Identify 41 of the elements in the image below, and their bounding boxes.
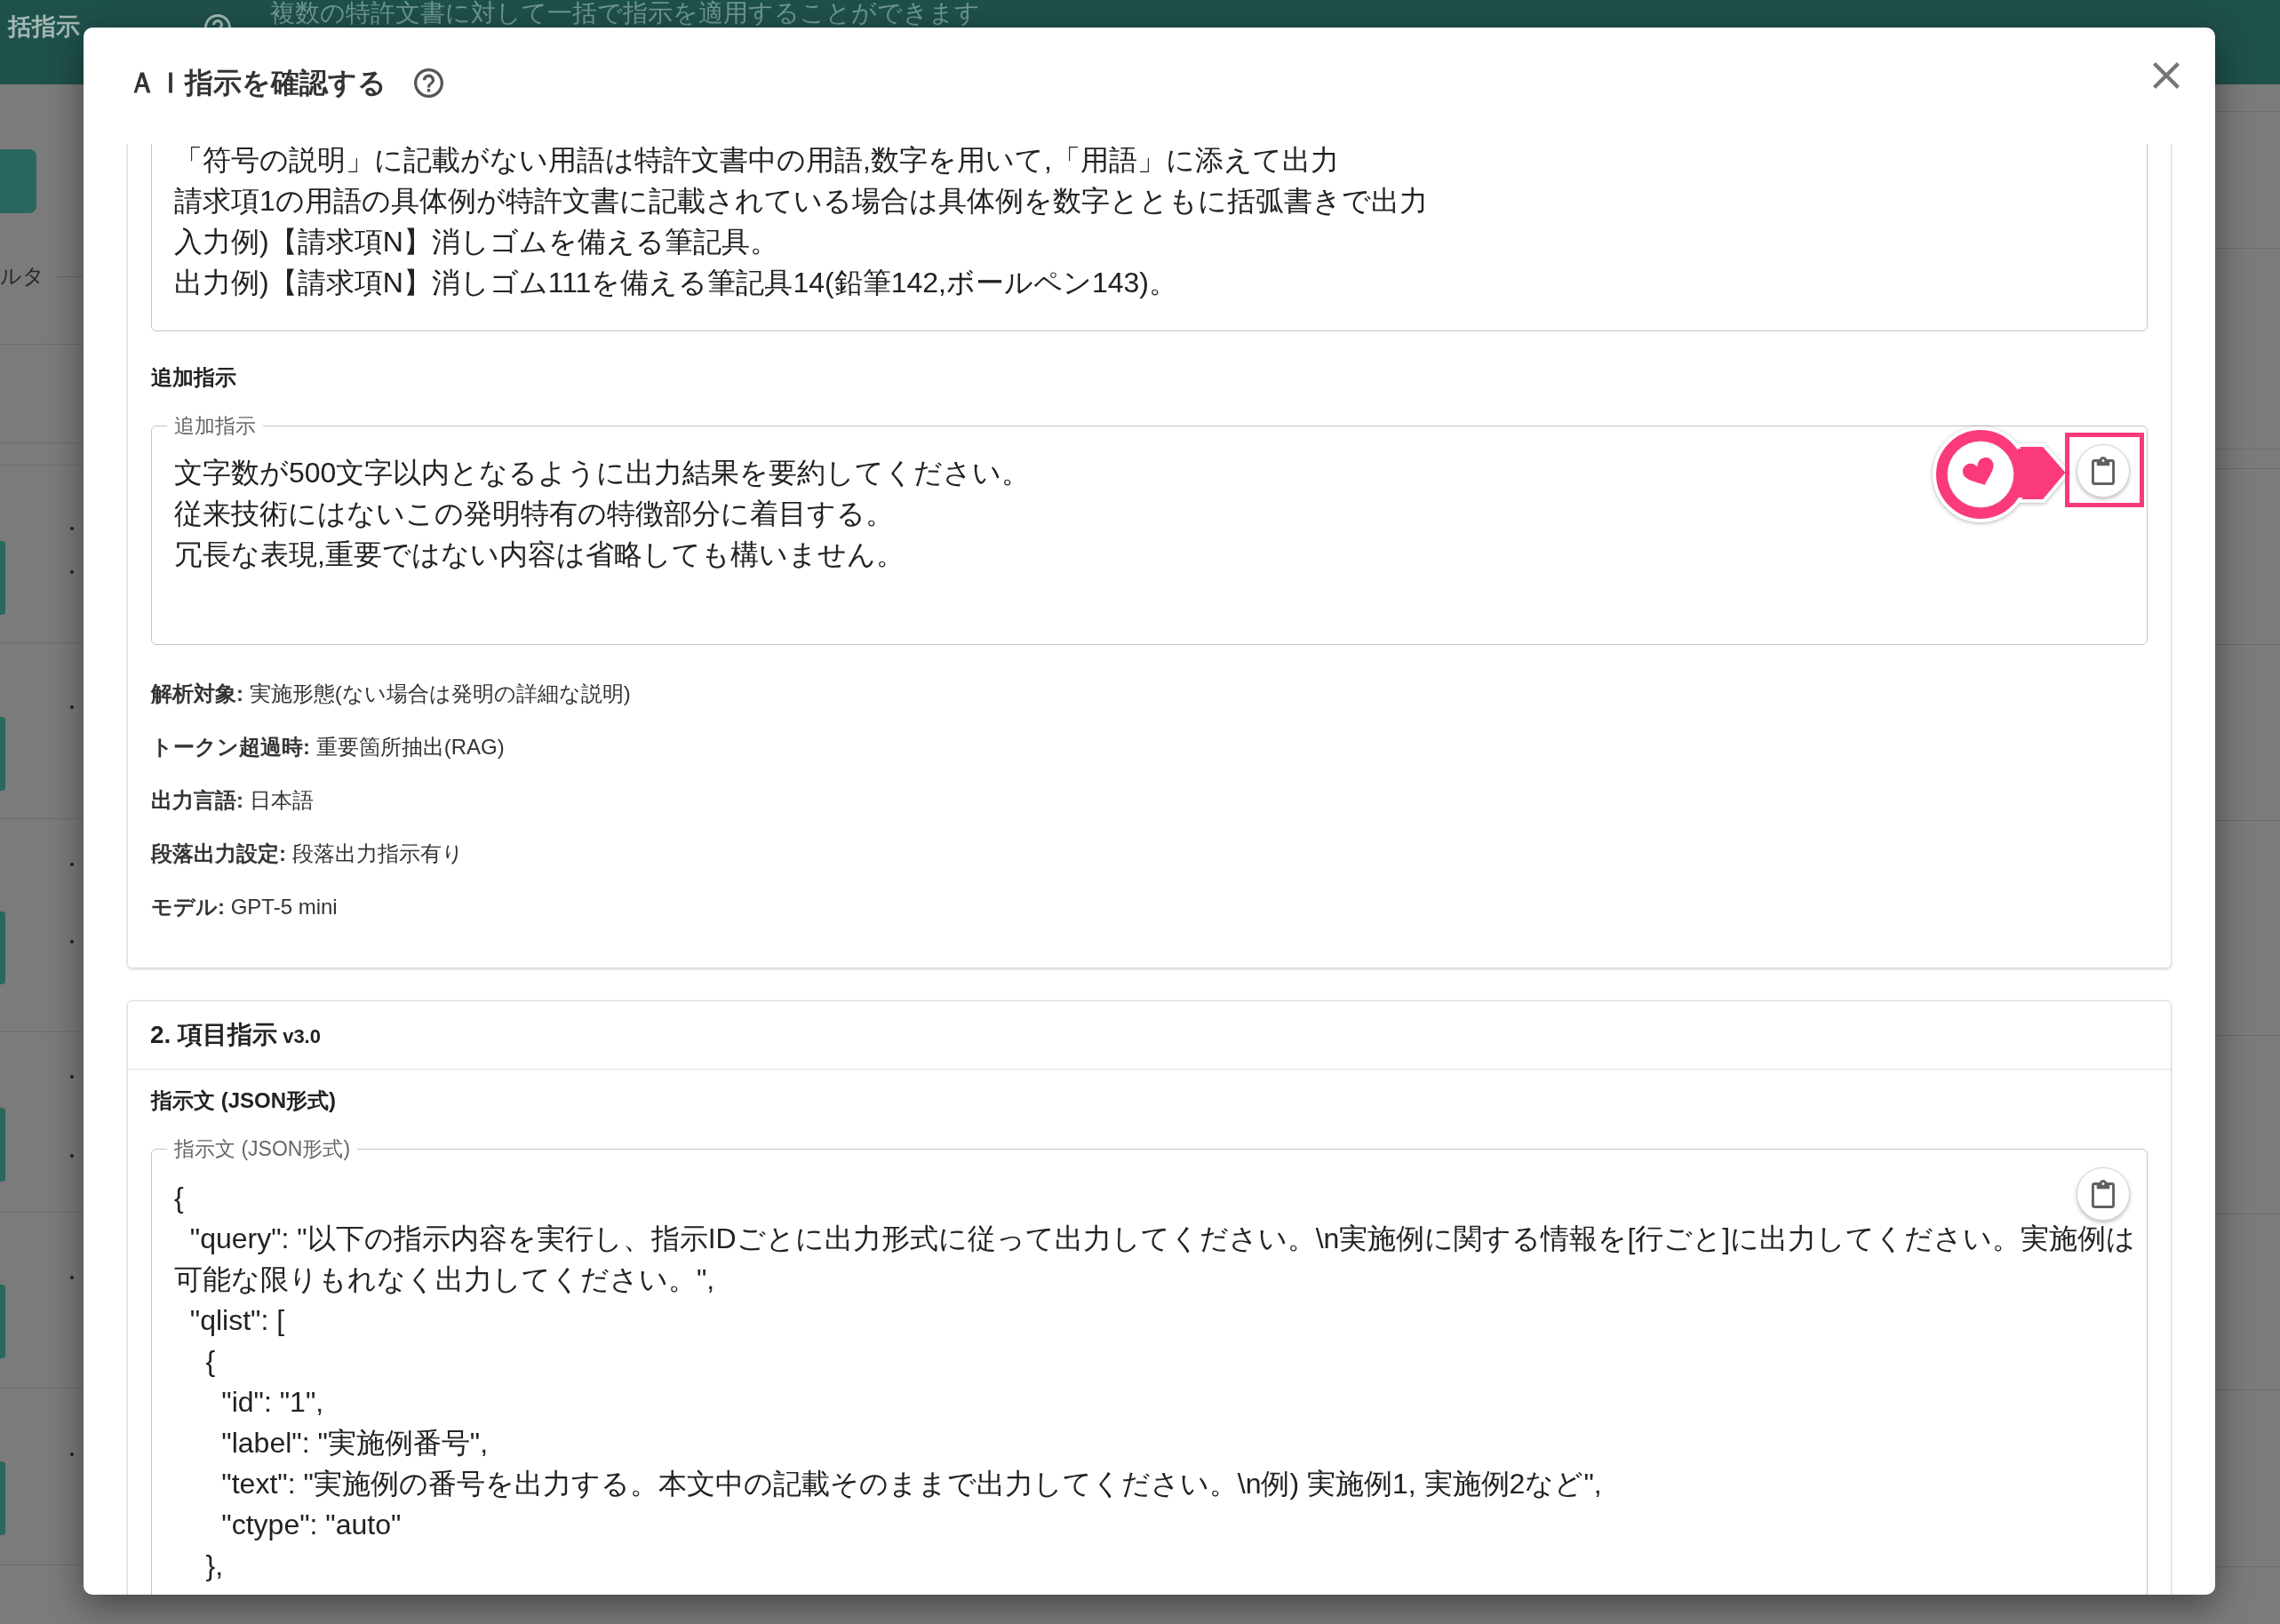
- field-heading: 指示文 (JSON形式): [151, 1087, 336, 1114]
- text-line: 入力例)【請求項N】消しゴムを備える筆記具。: [174, 225, 778, 259]
- text-line: 従来技術にはないこの発明特有の特徴部分に着目する。: [174, 497, 894, 531]
- code-line: "label": "実施例番号",: [220, 1426, 489, 1461]
- app-subtitle: 複数の特許文書に対して一括で指示を適用することができます: [270, 1, 980, 26]
- app-title: 括指示: [8, 12, 80, 41]
- code-line: 可能な限りもれなく出力してください。",: [174, 1262, 715, 1297]
- code-line: "text": "実施例の番号を出力する。本文中の記載そのままで出力してください。\n例) 実施例1, 実施例2など",: [220, 1467, 1602, 1501]
- text-line: 冗長な表現,重要ではない内容は省略しても構いません。: [174, 537, 905, 572]
- copy-button[interactable]: [2077, 1167, 2130, 1221]
- text-line: 「符号の説明」に記載がない用語は特許文書中の用語,数字を用いて,「用語」に添えて出力: [174, 144, 1339, 178]
- code-line: {: [204, 1344, 216, 1379]
- setting-line: トークン超過時: 重要箇所抽出(RAG): [151, 734, 505, 760]
- field-label: 追加指示: [173, 413, 257, 439]
- field-label: 指示文 (JSON形式): [173, 1136, 352, 1162]
- text-line: 請求項1の用語の具体例が特許文書に記載されている場合は具体例を数字とともに括弧書きで出力: [174, 184, 1428, 219]
- copy-button[interactable]: [2077, 444, 2130, 498]
- filter-label: ルタ: [0, 263, 44, 290]
- section-title: 2. 項目指示: [150, 1020, 278, 1050]
- code-line: "query": "以下の指示内容を実行し、指示IDごとに出力形式に従って出力してください。\n実施例に関する情報を[行ごと]に出力してください。実施例は: [188, 1222, 2136, 1256]
- clipboard-icon: [2092, 457, 2115, 485]
- code-line: "ctype": "auto": [220, 1508, 402, 1542]
- close-button[interactable]: [2153, 62, 2180, 89]
- code-line: },: [204, 1548, 224, 1583]
- text-line: 出力例)【請求項N】消しゴム111を備える筆記具14(鉛筆142,ボールペン143)。: [174, 266, 1177, 300]
- setting-line: 段落出力設定: 段落出力指示有り: [151, 840, 464, 867]
- clipboard-icon: [2092, 1180, 2115, 1208]
- close-icon: [2153, 62, 2180, 89]
- code-line: "qlist": [: [188, 1303, 285, 1338]
- code-line: "id": "1",: [220, 1385, 324, 1420]
- text-line: 文字数が500文字以内となるように出力結果を要約してください。: [174, 456, 1031, 490]
- dialog-title: ＡＩ指示を確認する: [128, 67, 387, 99]
- text-area[interactable]: 「符号の説明」に記載がない用語は特許文書中の用語,数字を用いて,「用語」に添えて出力 請求項1の用語の具体例が特許文書に記載されている場合は具体例を数字とともに括弧書きで出力 入力例)【請求項N】消しゴムを備える筆記具。 出力例)【請求項N】消しゴム111を備える筆記具14(鉛筆142,ボールペン143)。: [151, 144, 2148, 331]
- field-heading: 追加指示: [151, 364, 236, 391]
- button-fragment: [0, 149, 36, 213]
- help-icon[interactable]: [414, 68, 443, 98]
- code-line: {: [174, 1181, 184, 1215]
- setting-line: 出力言語: 日本語: [151, 787, 314, 814]
- version-label: v3.0: [283, 1024, 321, 1049]
- setting-line: 解析対象: 実施形態(ない場合は発明の詳細な説明): [151, 681, 631, 707]
- setting-line: モデル: GPT-5 mini: [151, 894, 338, 920]
